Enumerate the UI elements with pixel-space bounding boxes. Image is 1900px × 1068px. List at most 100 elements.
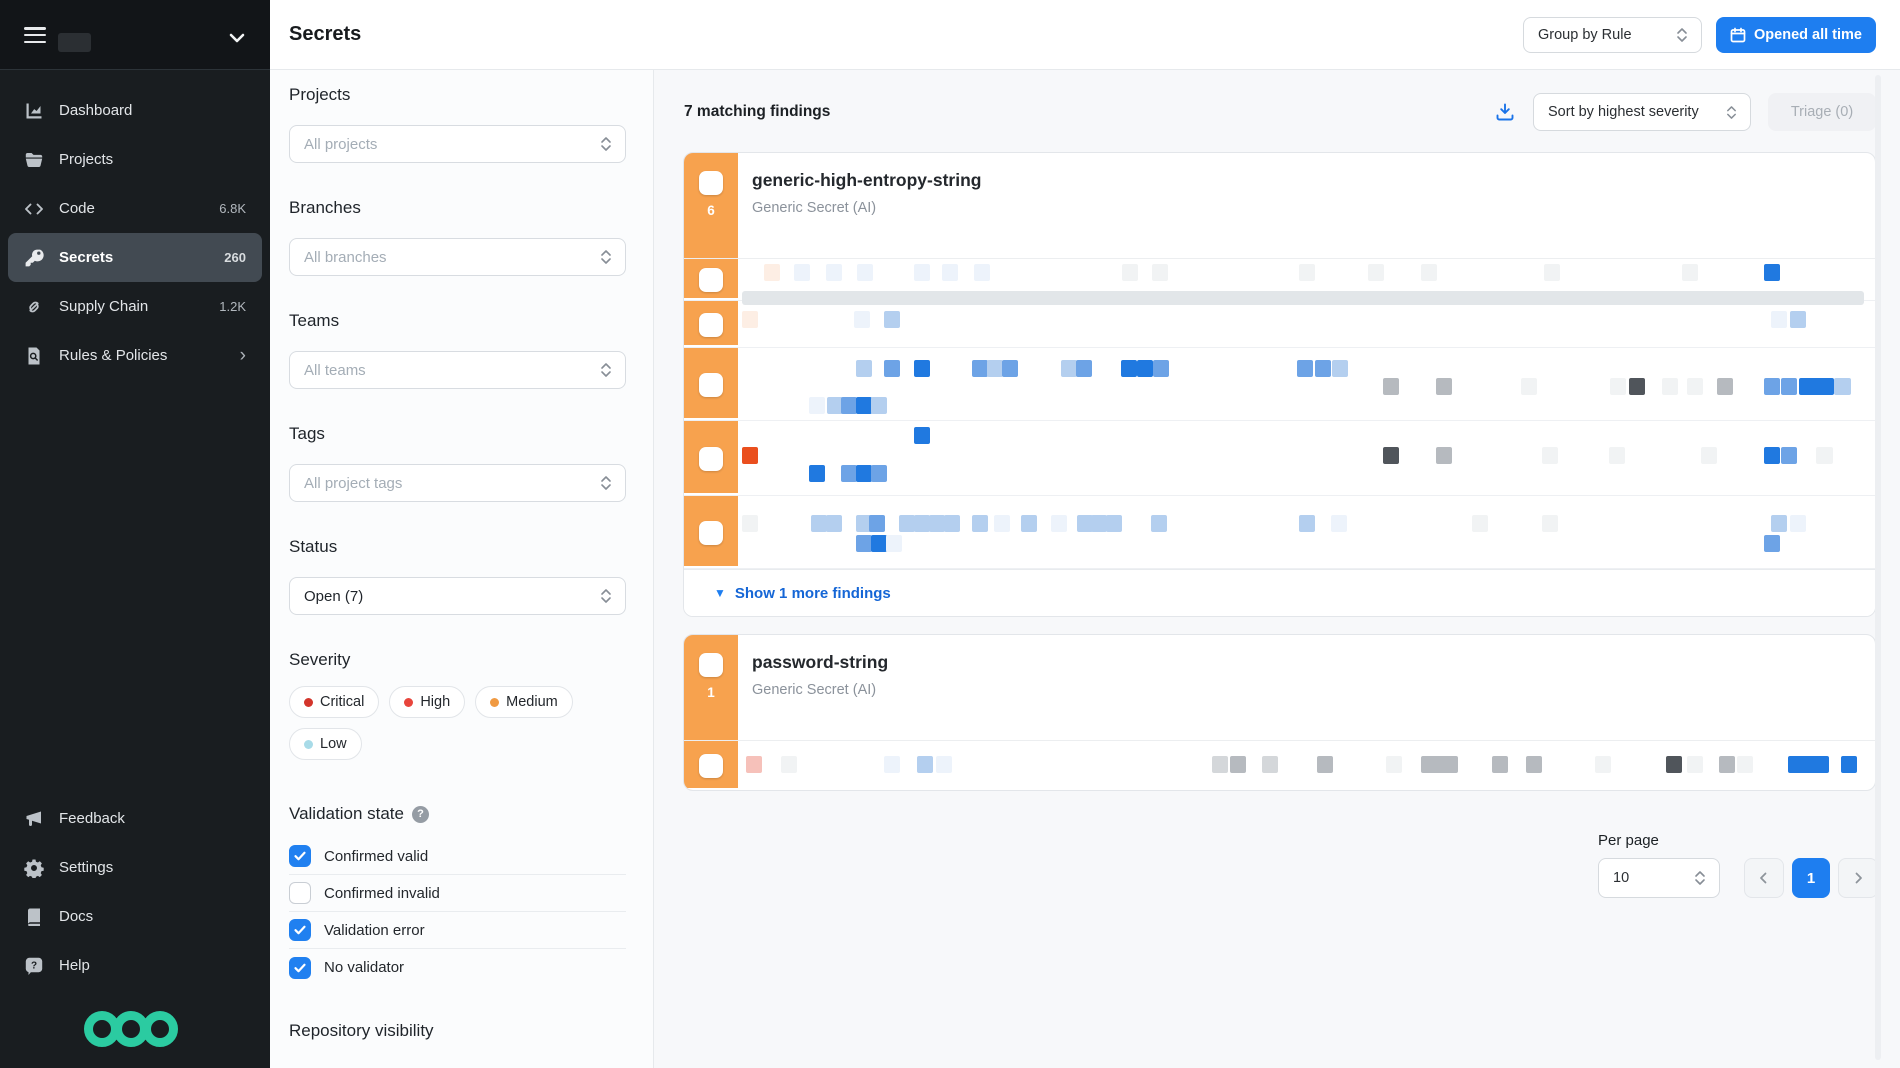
heatmap-cell[interactable] [742, 447, 758, 464]
sort-select[interactable]: Sort by highest severity [1533, 93, 1751, 131]
sidebar-item-feedback[interactable]: Feedback [0, 794, 270, 843]
heatmap-cell[interactable] [1764, 535, 1780, 552]
heatmap-cell[interactable] [1299, 515, 1315, 532]
heatmap-cell[interactable] [1315, 360, 1331, 377]
heatmap-cell[interactable] [742, 515, 758, 532]
heatmap-cell[interactable] [1781, 378, 1797, 395]
heatmap-cell[interactable] [942, 264, 958, 281]
heatmap-cell[interactable] [742, 311, 758, 328]
heatmap-cell[interactable] [764, 264, 780, 281]
heatmap-cell[interactable] [1662, 378, 1678, 395]
heatmap-cell[interactable] [884, 311, 900, 328]
heatmap-cell[interactable] [1790, 515, 1806, 532]
group-by-select[interactable]: Group by Rule [1523, 17, 1702, 53]
heatmap-cell[interactable] [884, 756, 900, 773]
finding-checkbox[interactable] [699, 521, 723, 545]
heatmap-cell[interactable] [929, 515, 945, 532]
sidebar-item-secrets[interactable]: Secrets260 [8, 233, 262, 282]
finding-checkbox[interactable] [699, 447, 723, 471]
finding-checkbox[interactable] [699, 373, 723, 397]
heatmap-cell[interactable] [1051, 515, 1067, 532]
sidebar-item-settings[interactable]: Settings [0, 843, 270, 892]
heatmap-cell[interactable] [1137, 360, 1153, 377]
heatmap-cell[interactable] [1152, 264, 1168, 281]
question-icon[interactable]: ? [412, 806, 429, 823]
heatmap-cell[interactable] [914, 515, 930, 532]
heatmap-cell[interactable] [1717, 378, 1733, 395]
heatmap-cell[interactable] [1609, 447, 1625, 464]
chevron-down-icon[interactable] [226, 27, 248, 49]
heatmap-cell[interactable] [1121, 360, 1137, 377]
heatmap-cell[interactable] [914, 360, 930, 377]
sidebar-item-help[interactable]: ?Help [0, 941, 270, 990]
severity-pill-high[interactable]: High [389, 686, 465, 718]
checkbox-checked[interactable] [289, 957, 311, 979]
heatmap-cell[interactable] [1526, 756, 1542, 773]
vertical-scrollbar[interactable] [1875, 75, 1881, 1060]
heatmap-cell[interactable] [1021, 515, 1037, 532]
filter-select-teams[interactable]: All teams [289, 351, 626, 389]
heatmap-cell[interactable] [1544, 264, 1560, 281]
heatmap-cell[interactable] [1492, 756, 1508, 773]
checkbox-unchecked[interactable] [289, 882, 311, 904]
heatmap-cell[interactable] [936, 756, 952, 773]
heatmap-cell[interactable] [1061, 360, 1077, 377]
heatmap-cell[interactable] [1764, 264, 1780, 281]
heatmap-cell[interactable] [869, 515, 885, 532]
heatmap-cell[interactable] [1629, 378, 1645, 395]
heatmap-cell[interactable] [1297, 360, 1313, 377]
severity-pill-low[interactable]: Low [289, 728, 362, 760]
heatmap-cell[interactable] [857, 264, 873, 281]
heatmap-cell[interactable] [1091, 515, 1107, 532]
heatmap-cell[interactable] [809, 397, 825, 414]
heatmap-cell[interactable] [1841, 756, 1857, 773]
heatmap-cell[interactable] [1610, 378, 1626, 395]
heatmap-cell[interactable] [1764, 378, 1780, 395]
heatmap-cell[interactable] [1317, 756, 1333, 773]
heatmap-cell[interactable] [1687, 378, 1703, 395]
heatmap-cell[interactable] [1816, 447, 1833, 464]
heatmap-cell[interactable] [746, 756, 762, 773]
show-more-findings-link[interactable]: ▼Show 1 more findings [684, 569, 1875, 616]
heatmap-cell[interactable] [1781, 447, 1797, 464]
heatmap-cell[interactable] [1421, 756, 1458, 773]
page-number-button[interactable]: 1 [1792, 858, 1830, 898]
heatmap-cell[interactable] [944, 515, 960, 532]
validation-option-validation-error[interactable]: Validation error [289, 912, 626, 949]
heatmap-cell[interactable] [1771, 311, 1787, 328]
filter-select-branches[interactable]: All branches [289, 238, 626, 276]
heatmap-cell[interactable] [914, 264, 930, 281]
heatmap-cell[interactable] [1332, 360, 1348, 377]
heatmap-cell[interactable] [826, 515, 842, 532]
filter-select-status[interactable]: Open (7) [289, 577, 626, 615]
heatmap-cell[interactable] [781, 756, 797, 773]
heatmap-cell[interactable] [1122, 264, 1138, 281]
heatmap-cell[interactable] [972, 360, 988, 377]
finding-checkbox[interactable] [699, 268, 723, 292]
finding-checkbox[interactable] [699, 171, 723, 195]
heatmap-cell[interactable] [811, 515, 827, 532]
per-page-select[interactable]: 10 [1598, 858, 1720, 898]
heatmap-cell[interactable] [1834, 378, 1851, 395]
hamburger-icon[interactable] [24, 27, 46, 44]
heatmap-cell[interactable] [1542, 447, 1558, 464]
heatmap-cell[interactable] [871, 465, 887, 482]
chevron-left-icon[interactable] [1744, 858, 1784, 898]
heatmap-cell[interactable] [1421, 264, 1437, 281]
heatmap-cell[interactable] [1682, 264, 1698, 281]
heatmap-cell[interactable] [826, 264, 842, 281]
validation-option-confirmed-valid[interactable]: Confirmed valid [289, 838, 626, 875]
heatmap-cell[interactable] [1595, 756, 1611, 773]
heatmap-cell[interactable] [856, 360, 872, 377]
heatmap-cell[interactable] [1386, 756, 1402, 773]
heatmap-cell[interactable] [917, 756, 933, 773]
heatmap-cell[interactable] [856, 465, 872, 482]
heatmap-cell[interactable] [809, 465, 825, 482]
checkbox-checked[interactable] [289, 919, 311, 941]
checkbox-checked[interactable] [289, 845, 311, 867]
heatmap-cell[interactable] [972, 515, 988, 532]
heatmap-cell[interactable] [1106, 515, 1122, 532]
sidebar-item-projects[interactable]: Projects [0, 135, 270, 184]
heatmap-cell[interactable] [1542, 515, 1558, 532]
finding-checkbox[interactable] [699, 653, 723, 677]
